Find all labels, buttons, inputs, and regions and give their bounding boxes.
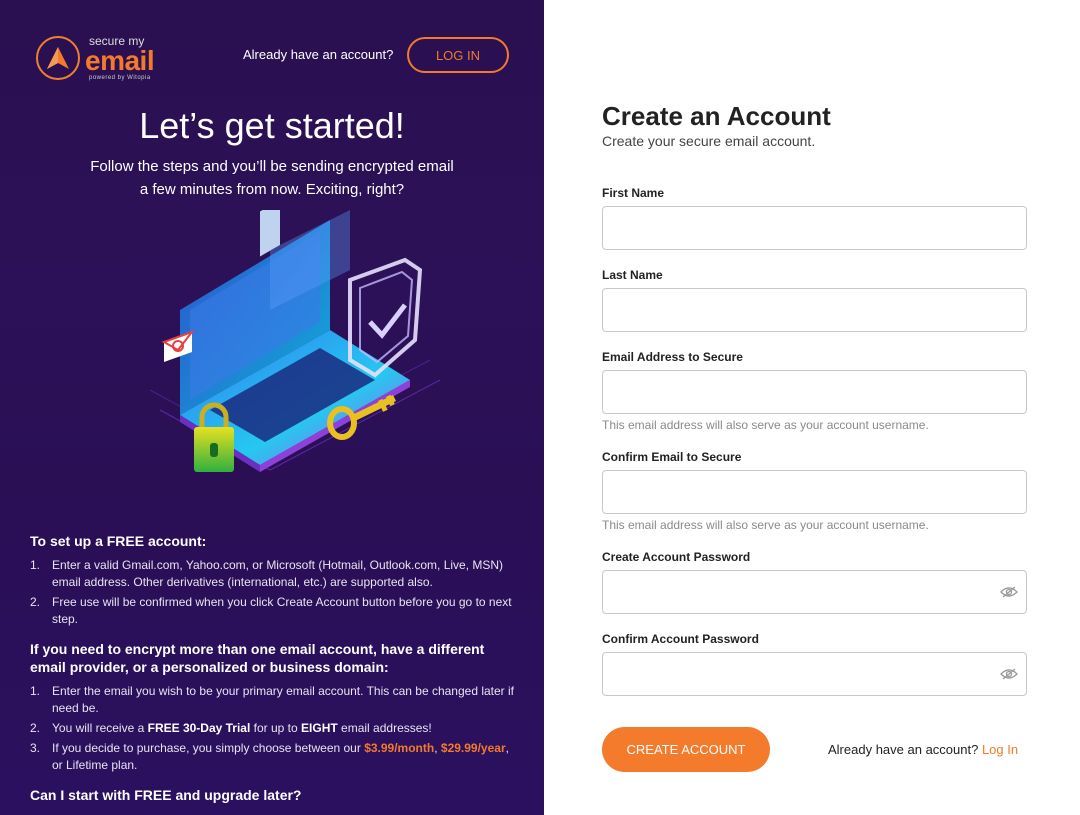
bottom-have-account: Already have an account? Log In [828, 742, 1019, 757]
yearly-price: $29.99/year [440, 741, 506, 755]
email-hint: This email address will also serve as yo… [602, 418, 929, 432]
confirm-email-label: Confirm Email to Secure [602, 450, 742, 464]
password-input[interactable] [602, 570, 1027, 614]
paper-plane-icon [47, 47, 69, 69]
confirm-password-input[interactable] [602, 652, 1027, 696]
page-headline: Let’s get started! [139, 105, 405, 146]
left-panel: secure my email powered by Witopia Alrea… [0, 0, 544, 815]
form-title: Create an Account [602, 101, 831, 131]
eye-slash-icon[interactable] [1000, 586, 1018, 598]
confirm-email-input[interactable] [602, 470, 1027, 514]
list-item: 2. Free use will be confirmed when you c… [30, 595, 512, 626]
free-account-heading: To set up a FREE account: [30, 533, 207, 549]
free-account-steps: 1. Enter a valid Gmail.com, Yahoo.com, o… [30, 557, 520, 628]
eight-highlight: EIGHT [301, 721, 338, 735]
signup-form-panel: Create an Account Create your secure ema… [544, 0, 1080, 815]
last-name-label: Last Name [602, 268, 663, 282]
confirm-email-hint: This email address will also serve as yo… [602, 518, 929, 532]
have-account-text: Already have an account? [243, 47, 394, 62]
create-account-button[interactable]: CREATE ACCOUNT [602, 727, 770, 772]
list-item: 2. You will receive a FREE 30-Day Trial … [30, 721, 432, 735]
multi-account-heading: If you need to encrypt more than one ema… [30, 641, 485, 675]
subheadline-line-1: Follow the steps and you’ll be sending e… [90, 158, 454, 175]
eye-slash-icon[interactable] [1000, 668, 1018, 680]
logo-badge [36, 36, 80, 80]
subheadline-line-2: a few minutes from now. Exciting, right? [139, 181, 405, 198]
confirm-password-label: Confirm Account Password [602, 632, 759, 646]
last-name-input[interactable] [602, 288, 1027, 332]
page-subheadline: Follow the steps and you’ll be sending e… [0, 155, 544, 201]
first-name-label: First Name [602, 186, 665, 200]
logo-wordmark: email [85, 45, 155, 76]
logo-powered-by: powered by Witopia [89, 75, 151, 81]
list-item: 1. Enter the email you wish to be your p… [30, 684, 515, 715]
multi-account-steps: 1. Enter the email you wish to be your p… [30, 683, 520, 774]
monthly-price: $3.99/month [364, 741, 435, 755]
login-button[interactable]: LOG IN [407, 37, 509, 73]
logo[interactable]: secure my email powered by Witopia [36, 35, 155, 81]
first-name-input[interactable] [602, 206, 1027, 250]
email-label: Email Address to Secure [602, 350, 743, 364]
list-item: 3. If you decide to purchase, you simply… [30, 741, 509, 772]
form-subtitle: Create your secure email account. [602, 133, 816, 149]
trial-highlight: FREE 30-Day Trial [147, 721, 251, 735]
info-section: To set up a FREE account: 1. Enter a val… [30, 532, 520, 811]
email-input[interactable] [602, 370, 1027, 414]
secure-laptop-illustration [150, 210, 440, 472]
password-label: Create Account Password [602, 550, 751, 564]
upgrade-heading: Can I start with FREE and upgrade later? [30, 787, 302, 803]
list-item: 1. Enter a valid Gmail.com, Yahoo.com, o… [30, 558, 504, 589]
login-link[interactable]: Log In [982, 742, 1018, 757]
